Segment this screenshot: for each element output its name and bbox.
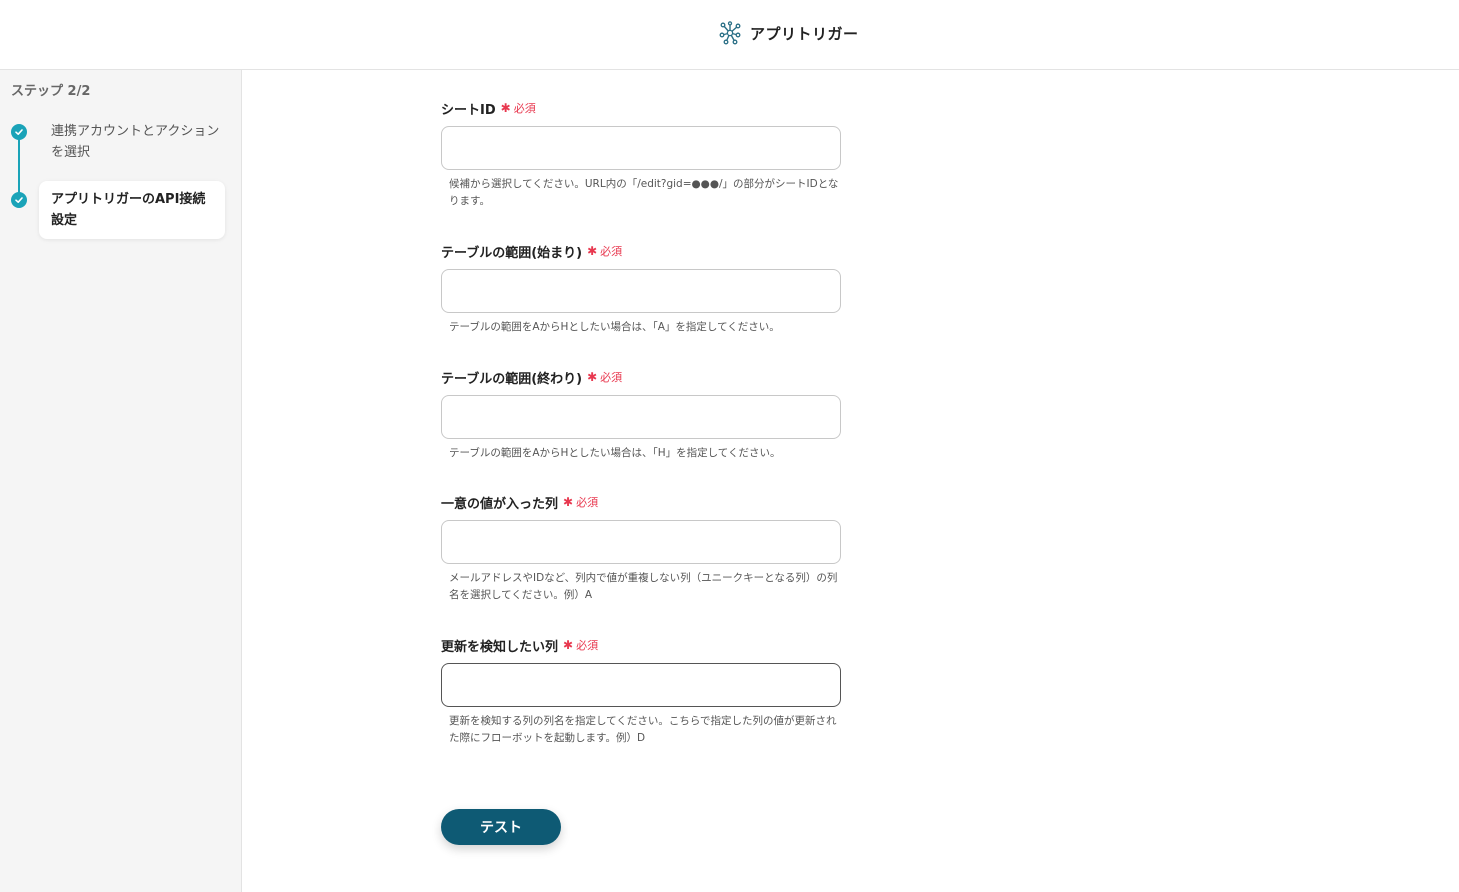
- asterisk-icon: ✱: [563, 495, 574, 509]
- required-text: 必須: [600, 245, 623, 258]
- asterisk-icon: ✱: [563, 638, 574, 652]
- step-2-check-icon: [11, 192, 27, 208]
- field-label: 更新を検知したい列 ✱ 必須: [441, 636, 841, 655]
- range-end-field: テーブルの範囲(終わり) ✱ 必須 テーブルの範囲をAからHとしたい場合は、「H」…: [441, 368, 841, 462]
- asterisk-icon: ✱: [500, 101, 511, 115]
- range-end-input[interactable]: [441, 395, 841, 439]
- required-text: 必須: [576, 639, 599, 652]
- app-header: アプリトリガー: [0, 0, 1459, 70]
- network-nodes-icon: [719, 21, 741, 45]
- unique-column-input[interactable]: [441, 520, 841, 564]
- required-badge: ✱ 必須: [563, 494, 598, 510]
- sheet-id-label: シートID: [441, 102, 496, 118]
- required-badge: ✱ 必須: [563, 637, 598, 653]
- brand: アプリトリガー: [718, 20, 859, 46]
- required-badge: ✱ 必須: [587, 369, 622, 385]
- required-text: 必須: [513, 102, 536, 115]
- step-connector: [18, 138, 20, 194]
- range-end-label: テーブルの範囲(終わり): [441, 371, 583, 387]
- step-counter: ステップ 2/2: [11, 84, 91, 99]
- field-label: 一意の値が入った列 ✱ 必須: [441, 493, 841, 512]
- test-button[interactable]: テスト: [441, 809, 561, 845]
- current-step-card[interactable]: アプリトリガーのAPI接続設定: [39, 181, 225, 239]
- range-start-field: テーブルの範囲(始まり) ✱ 必須 テーブルの範囲をAからHとしたい場合は、「A」…: [441, 242, 841, 336]
- unique-column-help: メールアドレスやIDなど、列内で値が重複しない列（ユニークキーとなる列）の列名を…: [449, 572, 838, 601]
- sheet-id-help: 候補から選択してください。URL内の「/edit?gid=●●●/」の部分がシー…: [449, 178, 839, 207]
- required-text: 必須: [576, 496, 599, 509]
- field-label: テーブルの範囲(始まり) ✱ 必須: [441, 242, 841, 261]
- unique-column-label: 一意の値が入った列: [441, 496, 559, 512]
- range-end-help: テーブルの範囲をAからHとしたい場合は、「H」を指定してください。: [449, 447, 781, 459]
- watch-column-label: 更新を検知したい列: [441, 639, 559, 655]
- required-badge: ✱ 必須: [587, 243, 622, 259]
- step-1-label[interactable]: 連携アカウントとアクションを選択: [51, 121, 221, 163]
- app-title: アプリトリガー: [750, 24, 859, 43]
- sheet-id-input[interactable]: [441, 126, 841, 170]
- watch-column-field: 更新を検知したい列 ✱ 必須 更新を検知する列の列名を指定してください。こちらで指…: [441, 636, 841, 747]
- asterisk-icon: ✱: [587, 370, 598, 384]
- field-label: シートID ✱ 必須: [441, 99, 841, 118]
- watch-column-help: 更新を検知する列の列名を指定してください。こちらで指定した列の値が更新された際に…: [449, 715, 837, 744]
- sheet-id-field: シートID ✱ 必須 候補から選択してください。URL内の「/edit?gid=●…: [441, 99, 841, 210]
- range-start-label: テーブルの範囲(始まり): [441, 245, 583, 261]
- watch-column-input[interactable]: [441, 663, 841, 707]
- field-label: テーブルの範囲(終わり) ✱ 必須: [441, 368, 841, 387]
- required-text: 必須: [600, 371, 623, 384]
- required-badge: ✱ 必須: [501, 100, 536, 116]
- range-start-help: テーブルの範囲をAからHとしたい場合は、「A」を指定してください。: [449, 321, 780, 333]
- unique-column-field: 一意の値が入った列 ✱ 必須 メールアドレスやIDなど、列内で値が重複しない列（ユ…: [441, 493, 841, 604]
- step-sidebar: ステップ 2/2 連携アカウントとアクションを選択 アプリトリガーのAPI接続設…: [0, 70, 242, 892]
- range-start-input[interactable]: [441, 269, 841, 313]
- step-2-label: アプリトリガーのAPI接続設定: [51, 192, 206, 228]
- asterisk-icon: ✱: [587, 244, 598, 258]
- step-1-check-icon: [11, 124, 27, 140]
